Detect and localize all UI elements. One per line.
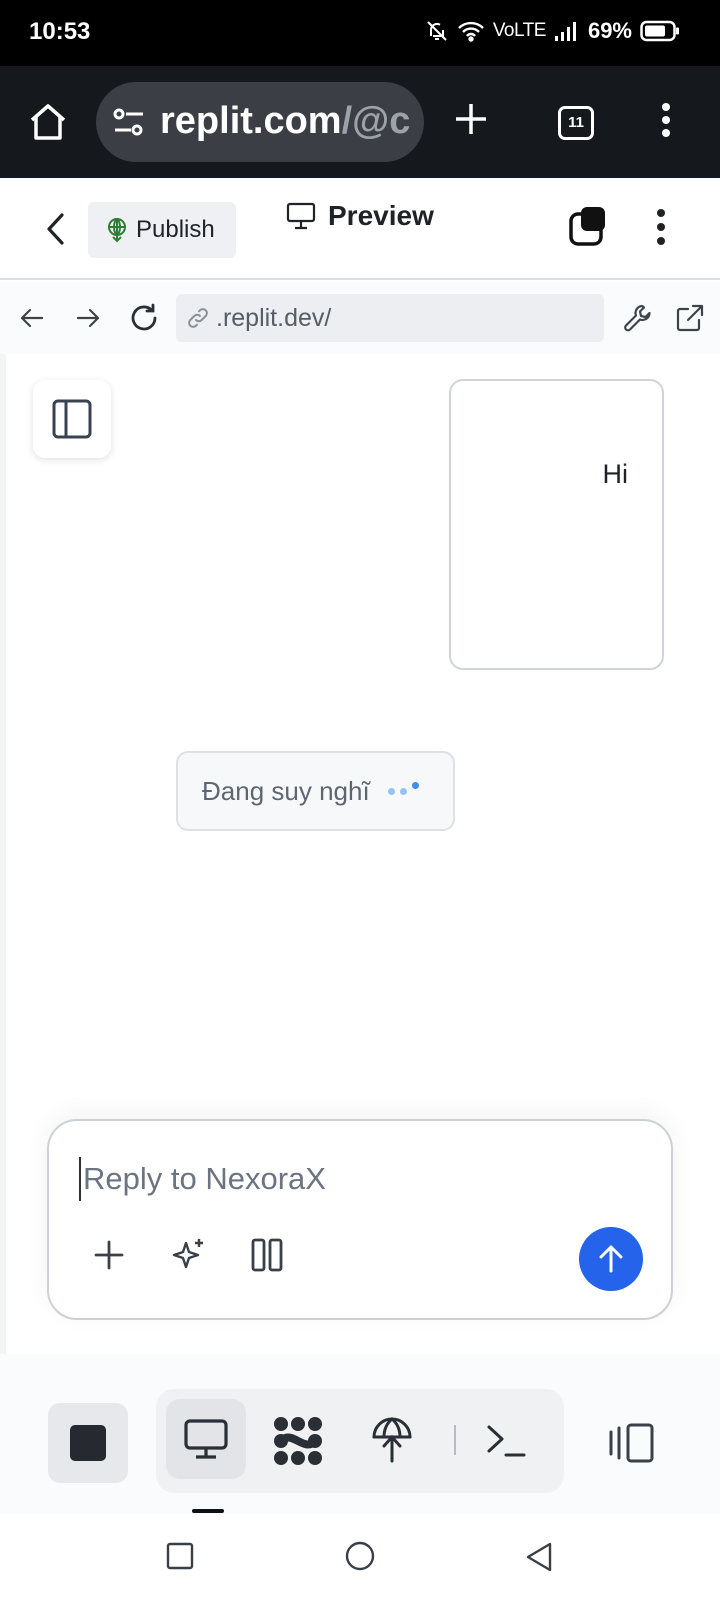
publish-icon[interactable] [370,1415,414,1465]
reply-input[interactable] [79,1157,559,1201]
more-vert-icon[interactable] [655,208,667,246]
preview-label: Preview [328,200,434,231]
stop-button[interactable] [48,1403,128,1483]
publish-label: Publish [136,216,215,243]
home-icon[interactable] [27,101,69,143]
send-button[interactable] [579,1227,643,1291]
arrow-right-icon[interactable] [74,304,102,332]
publish-globe-icon [106,217,128,243]
battery-icon [640,20,680,42]
monitor-icon [183,1418,229,1460]
status-bar: 10:53 VoLTE 69% [0,0,720,66]
monitor-icon [286,202,316,230]
publish-button[interactable]: Publish [88,202,236,258]
arrow-left-icon[interactable] [18,304,46,332]
sidebar-panel-icon [52,399,92,439]
split-view-icon[interactable] [608,1422,656,1464]
recents-icon[interactable] [166,1542,194,1570]
preview-tab[interactable]: Preview [286,200,434,232]
back-nav-icon[interactable] [524,1541,554,1573]
system-navigation-bar [0,1514,720,1600]
terminal-icon[interactable] [486,1423,526,1459]
wifi-icon [457,20,485,42]
tabs-button[interactable]: 11 [558,106,594,140]
sparkle-icon[interactable] [171,1237,207,1273]
link-icon [186,306,210,330]
preview-address-bar[interactable]: .replit.dev/ [176,294,604,342]
battery-level: 69% [587,18,632,43]
preview-nav-bar: .replit.dev/ [0,282,720,354]
reload-icon[interactable] [128,302,160,334]
workspace-toolbar [0,1354,720,1514]
url-bar[interactable]: replit.com/@c [96,82,424,162]
url-text: replit.com/@c [160,100,411,142]
more-vert-icon[interactable] [660,102,672,138]
columns-icon[interactable] [251,1238,283,1272]
arrow-up-icon [597,1243,625,1275]
home-nav-icon[interactable] [345,1541,375,1571]
user-message-text: Hi [602,459,629,489]
wrench-icon[interactable] [622,302,654,334]
toolbar-divider [454,1425,456,1455]
active-tab-indicator [192,1509,224,1513]
layers-icon[interactable] [568,205,608,247]
sidebar-toggle-button[interactable] [33,380,111,458]
frame-edge [0,354,6,1354]
browser-toolbar: replit.com/@c 11 [0,66,720,178]
new-tab-icon[interactable] [453,101,489,137]
workspace-header: Publish Preview [0,178,720,280]
thinking-text: Đang suy nghĩ [202,775,370,806]
status-icons: VoLTE 69% [425,18,680,44]
thinking-indicator: Đang suy nghĩ [176,751,455,831]
back-chevron-icon[interactable] [44,211,68,247]
user-message-bubble: Hi [449,379,664,670]
preview-address: .replit.dev/ [216,303,332,332]
workflow-icon[interactable] [272,1415,324,1467]
tool-tab-preview[interactable] [166,1399,246,1479]
plus-icon[interactable] [93,1239,125,1271]
network-type: VoLTE [492,20,547,41]
silent-bell-icon [425,19,449,43]
stop-icon [70,1425,106,1461]
reply-composer [47,1119,673,1320]
signal-icon [554,20,580,42]
tool-tabs [156,1389,564,1493]
site-settings-icon[interactable] [112,106,146,138]
external-link-icon[interactable] [674,302,706,334]
status-time: 10:53 [29,18,91,45]
typing-dots-icon [387,781,419,795]
